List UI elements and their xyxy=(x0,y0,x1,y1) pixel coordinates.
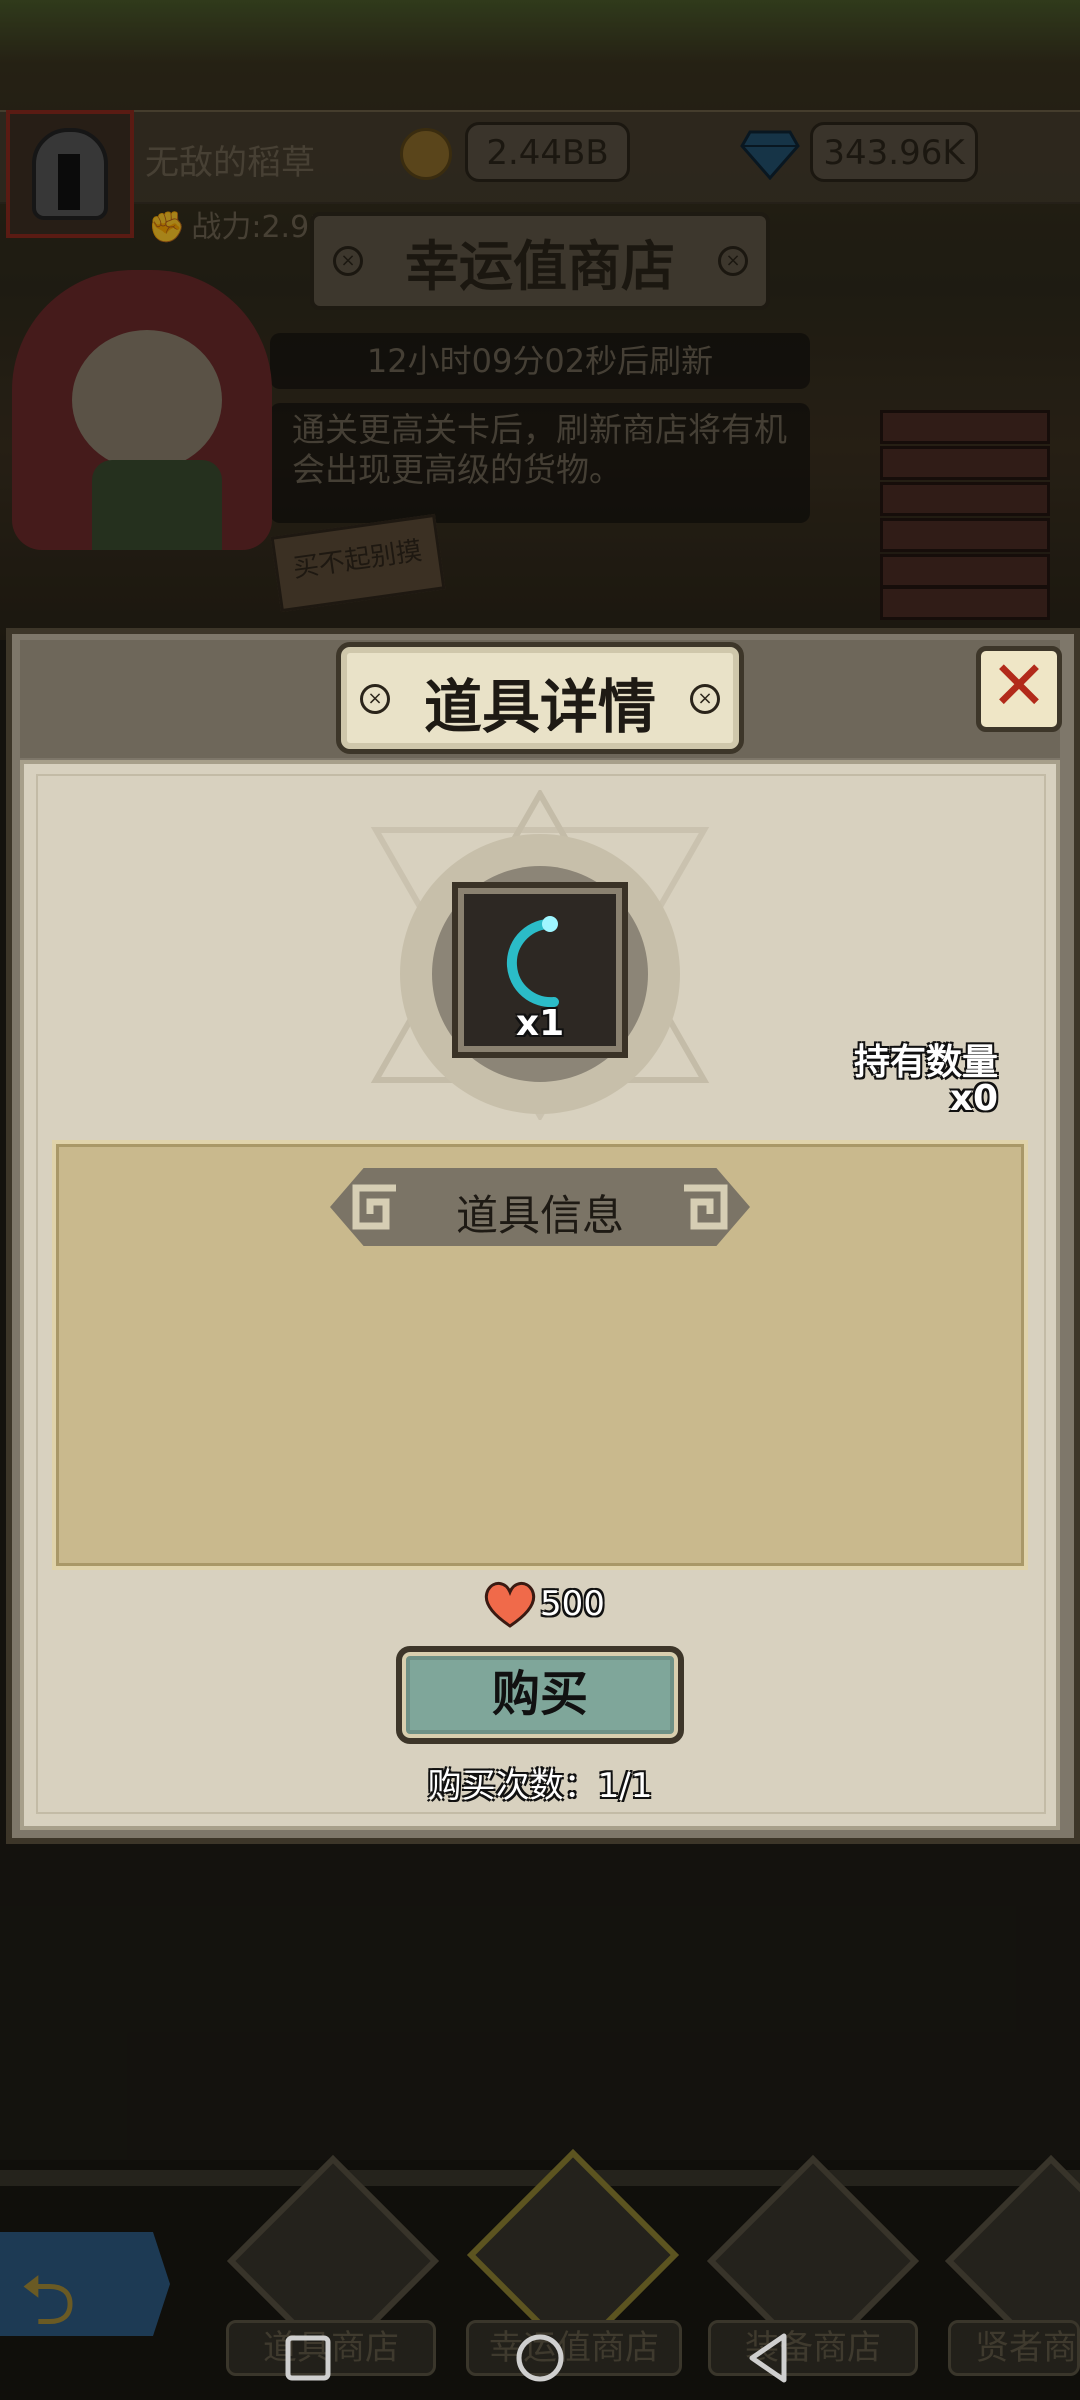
close-icon: ✕ xyxy=(990,647,1048,726)
modal-title: 道具详情 xyxy=(423,673,656,741)
game-scene: 无敌的稻草 ✊ 战力:2.93M 2.44BB 343.96K × × 幸运值商店… xyxy=(0,0,1080,2400)
recent-apps-icon[interactable] xyxy=(278,2328,338,2388)
close-button[interactable]: ✕ xyxy=(976,646,1062,732)
item-quantity: x1 xyxy=(515,1003,565,1044)
buy-button[interactable]: 购买 xyxy=(396,1646,684,1744)
owned-count-value: x0 xyxy=(949,1078,998,1119)
tab-luck-shop[interactable]: 幸运值商店 xyxy=(466,2320,682,2376)
purchase-count: 购买次数：1/1 xyxy=(427,1766,653,1806)
home-icon[interactable] xyxy=(510,2328,570,2388)
item-info-title: 道具信息 xyxy=(455,1191,624,1240)
item-price: 500 xyxy=(540,1584,605,1624)
heart-icon xyxy=(484,1582,536,1628)
back-nav-icon[interactable] xyxy=(740,2328,800,2388)
ring-item-icon xyxy=(506,916,559,1008)
tab-sage-shop[interactable]: 贤者商 xyxy=(948,2320,1080,2376)
back-arrow-icon: ⮌ xyxy=(20,2259,77,2341)
